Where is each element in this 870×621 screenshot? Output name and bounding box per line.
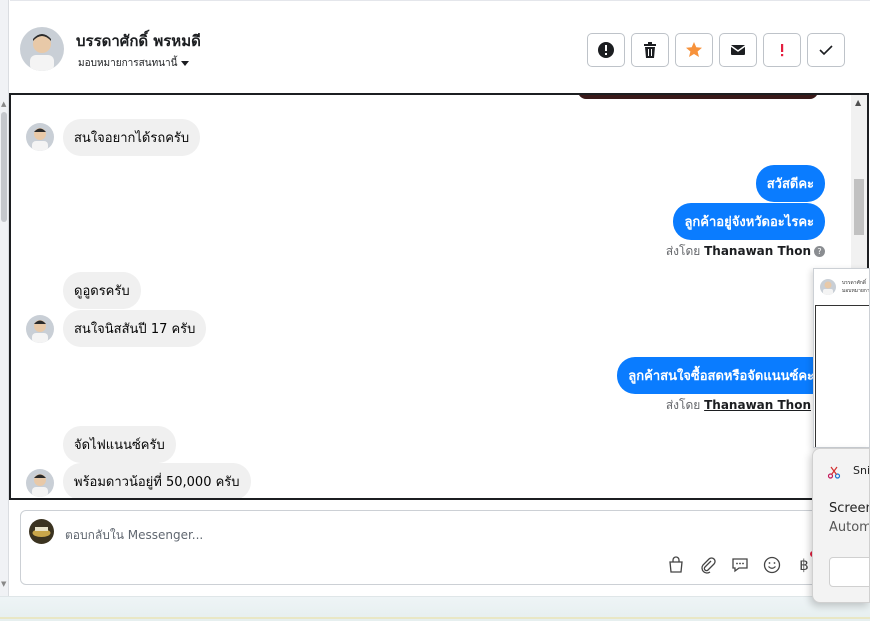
- saved-reply-icon[interactable]: [730, 555, 750, 575]
- mini-contact-name: บรรดาศักดิ์ มอบหมายการ: [842, 279, 870, 295]
- sent-by-prefix: ส่งโดย: [665, 244, 701, 258]
- delete-button[interactable]: [631, 33, 669, 67]
- page-avatar: [29, 519, 54, 544]
- envelope-icon: [730, 45, 746, 55]
- sent-by-label: ส่งโดย Thanawan Thon?: [666, 242, 825, 261]
- contact-avatar-small: [26, 315, 54, 343]
- contact-avatar[interactable]: [20, 27, 64, 71]
- snip-message-line2: Autom: [829, 520, 870, 535]
- incoming-message: ดูอูดรครับ: [63, 272, 141, 309]
- incoming-message: พร้อมดาวน้อยู่ที่ 50,000 ครับ: [63, 463, 251, 498]
- conversation-header: บรรดาศักดิ์ พรหมดี มอบหมายการสนทนานี้: [10, 0, 870, 93]
- incoming-message: จัดไฟแนนซ์ครับ: [63, 426, 176, 463]
- assign-conversation-dropdown[interactable]: มอบหมายการสนทนานี้: [78, 56, 190, 71]
- paperclip-icon[interactable]: [698, 555, 718, 575]
- mini-name-text: บรรดาศักดิ์: [842, 280, 867, 286]
- outgoing-message: ลูกค้าสนใจซื้อสดหรือจัดแนนซ์คะ: [617, 357, 825, 394]
- taskbar-strip: [0, 596, 870, 621]
- reply-input[interactable]: ตอบกลับใน Messenger...: [65, 526, 203, 545]
- snip-app-title: Snip: [853, 464, 870, 477]
- outgoing-message: ลูกค้าอยู่จังหวัดอะไรคะ: [673, 203, 825, 240]
- mini-conversation-panel[interactable]: บรรดาศักดิ์ มอบหมายการ: [813, 268, 870, 448]
- outgoing-message: สวัสดีคะ: [755, 165, 825, 202]
- baht-icon[interactable]: ฿: [794, 555, 814, 575]
- mark-done-button[interactable]: [807, 33, 845, 67]
- scroll-up-arrow-icon[interactable]: ▲: [855, 98, 861, 107]
- reply-composer: ตอบกลับใน Messenger... ฿: [20, 510, 840, 585]
- contact-avatar-small: [26, 469, 54, 497]
- alert-circle-icon: [598, 42, 614, 58]
- star-icon: [686, 42, 702, 57]
- divider: [0, 617, 870, 619]
- exclamation-icon: [781, 44, 784, 57]
- incoming-message: สนใจอยากได้รถครับ: [63, 119, 201, 156]
- composer-tools: ฿: [666, 555, 814, 575]
- mark-unread-button[interactable]: [719, 33, 757, 67]
- sent-by-label: ส่งโดย Thanawan Thon: [666, 396, 811, 415]
- snip-action-button[interactable]: [829, 557, 869, 587]
- page: ▲ ▼ บรรดาศักดิ์ พรหมดี มอบหมายการสนทนานี…: [0, 0, 870, 621]
- scissors-icon: [827, 466, 841, 479]
- conversation-actions: [587, 33, 845, 67]
- sent-by-prefix: ส่งโดย: [665, 398, 701, 412]
- info-icon[interactable]: ?: [814, 246, 825, 257]
- thread-scrollbar-thumb[interactable]: [854, 179, 864, 235]
- scroll-down-arrow-icon[interactable]: ▼: [1, 580, 6, 588]
- agent-name-link[interactable]: Thanawan Thon: [704, 398, 811, 412]
- assign-label: มอบหมายการสนทนานี้: [78, 58, 178, 69]
- media-attachment-partial: [578, 95, 818, 99]
- left-scrollbar-thumb[interactable]: [1, 112, 7, 222]
- scroll-up-arrow-icon[interactable]: ▲: [1, 100, 6, 108]
- snip-message-line1: Screen: [829, 501, 870, 516]
- left-scrollbar[interactable]: ▲ ▼: [0, 0, 9, 596]
- mini-sub-text: มอบหมายการ: [842, 288, 870, 294]
- shopping-bag-icon[interactable]: [666, 555, 686, 575]
- check-icon: [819, 45, 833, 56]
- agent-name: Thanawan Thon: [704, 244, 811, 258]
- contact-avatar-small: [26, 123, 54, 151]
- follow-up-button[interactable]: [763, 33, 801, 67]
- mini-thread-box: [815, 305, 869, 447]
- emoji-icon[interactable]: [762, 555, 782, 575]
- message-thread[interactable]: สนใจอยากได้รถครับ สวัสดีคะ ลูกค้าอยู่จัง…: [9, 93, 869, 500]
- contact-name: บรรดาศักดิ์ พรหมดี: [76, 32, 201, 50]
- mini-contact-avatar: [820, 279, 836, 295]
- caret-down-icon: [181, 60, 190, 66]
- incoming-message: สนใจนิสสันปี 17 ครับ: [63, 310, 207, 347]
- star-button[interactable]: [675, 33, 713, 67]
- report-spam-button[interactable]: [587, 33, 625, 67]
- snipping-tool-notification[interactable]: Snip Screen Autom: [812, 448, 870, 603]
- trash-icon: [644, 42, 656, 58]
